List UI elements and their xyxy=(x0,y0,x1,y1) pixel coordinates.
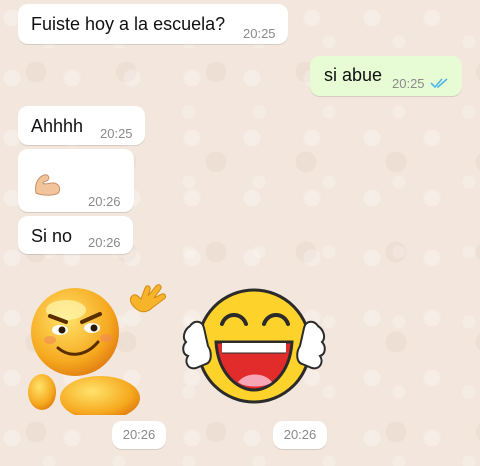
message-time: 20:25 xyxy=(392,76,425,91)
sticker-time: 20:26 xyxy=(112,421,166,449)
incoming-message[interactable]: Fuiste hoy a la escuela? 20:25 xyxy=(18,4,288,44)
message-time: 20:25 xyxy=(243,26,276,41)
waving-hand-icon xyxy=(129,284,166,313)
message-time: 20:26 xyxy=(88,194,121,209)
message-text: Ahhhh xyxy=(31,116,84,136)
smirking-emoji-sticker[interactable] xyxy=(20,280,170,415)
outgoing-message[interactable]: si abue 20:25 xyxy=(310,56,462,96)
incoming-message[interactable]: 20:26 xyxy=(18,149,134,212)
laughing-emoji-sticker[interactable] xyxy=(180,282,330,417)
sticker-time: 20:26 xyxy=(273,421,327,449)
incoming-message[interactable]: Ahhhh 20:25 xyxy=(18,106,145,145)
message-text: si abue xyxy=(324,65,383,85)
incoming-message[interactable]: Si no 20:26 xyxy=(18,216,133,254)
message-text: Si no xyxy=(31,226,73,246)
flexed-biceps-icon xyxy=(35,174,61,196)
message-time: 20:26 xyxy=(88,235,121,250)
message-text: Fuiste hoy a la escuela? xyxy=(31,14,226,34)
message-time: 20:25 xyxy=(100,126,133,141)
read-receipt-icon xyxy=(430,78,448,89)
